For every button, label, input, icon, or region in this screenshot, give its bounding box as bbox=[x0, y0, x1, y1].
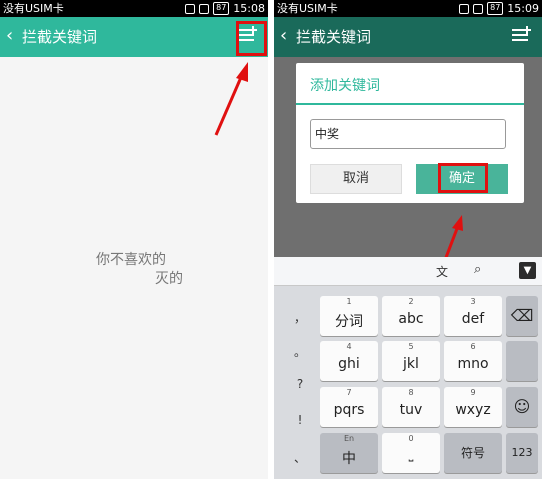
hide-keyboard-icon[interactable]: ▼ bbox=[519, 262, 536, 279]
key-label: wxyz bbox=[455, 402, 491, 418]
key-number: 8 bbox=[408, 388, 414, 397]
key-label: def bbox=[461, 311, 485, 327]
symbols-key[interactable]: 符号 bbox=[444, 433, 502, 473]
empty-hint: 你不喜欢的 bbox=[96, 252, 166, 268]
key-9[interactable]: 9 wxyz bbox=[444, 387, 502, 427]
symbol-key[interactable]: 、 bbox=[280, 449, 320, 466]
key-label: 分词 bbox=[335, 314, 363, 330]
language-label[interactable]: 文 bbox=[436, 263, 448, 280]
reset-key[interactable] bbox=[506, 341, 538, 381]
key-label: pqrs bbox=[333, 402, 365, 418]
key-label: abc bbox=[398, 311, 424, 327]
key-number: 7 bbox=[346, 388, 352, 397]
key-label: jkl bbox=[403, 356, 419, 372]
symbol-key[interactable]: 。 bbox=[280, 343, 320, 360]
key-number: En bbox=[343, 434, 355, 443]
key-number: 1 bbox=[346, 297, 352, 306]
symbol-key[interactable]: ! bbox=[280, 413, 320, 427]
key-2[interactable]: 2 abc bbox=[382, 296, 440, 336]
key-8[interactable]: 8 tuv bbox=[382, 387, 440, 427]
chinese-english-key[interactable]: En 中 bbox=[320, 433, 378, 473]
key-number: 3 bbox=[470, 297, 476, 306]
keyboard: 文 ⌕ ▼ ， 。 ? ! 、 1 分词 2 abc 3 def ⌫ 4 ghi 5 jk… bbox=[274, 257, 542, 479]
key-6[interactable]: 6 mno bbox=[444, 341, 502, 381]
candidate-bar: 文 ⌕ ▼ bbox=[274, 257, 542, 286]
numbers-key[interactable]: 123 bbox=[506, 433, 538, 473]
screen-add-keyword: 没有USIM卡 87 15:09 ‹ 拦截关键词 添加关键词 中奖 取消 确定 bbox=[274, 0, 542, 479]
annotation-arrow bbox=[214, 62, 248, 136]
emoji-icon[interactable]: ☺ bbox=[506, 387, 538, 427]
key-label: mno bbox=[457, 356, 489, 372]
backspace-icon[interactable]: ⌫ bbox=[506, 296, 538, 336]
space-key[interactable]: 0 ⎵ bbox=[382, 433, 440, 473]
key-5[interactable]: 5 jkl bbox=[382, 341, 440, 381]
key-label: 中 bbox=[342, 451, 356, 467]
screen-keyword-list: 没有USIM卡 87 15:08 ‹ 拦截关键词 你不喜欢的 灭的 bbox=[0, 0, 268, 479]
empty-hint-2: 灭的 bbox=[155, 271, 183, 287]
key-number: 4 bbox=[346, 342, 352, 351]
key-number: 0 bbox=[408, 434, 414, 443]
key-4[interactable]: 4 ghi bbox=[320, 341, 378, 381]
key-number: 9 bbox=[470, 388, 476, 397]
key-number: 2 bbox=[408, 297, 414, 306]
key-1[interactable]: 1 分词 bbox=[320, 296, 378, 336]
key-label: ghi bbox=[338, 356, 360, 372]
key-label: tuv bbox=[399, 402, 423, 418]
symbol-key[interactable]: ? bbox=[280, 377, 320, 391]
key-number: 5 bbox=[408, 342, 414, 351]
symbol-key[interactable]: ， bbox=[280, 309, 320, 326]
key-number: 6 bbox=[470, 342, 476, 351]
space-icon: ⎵ bbox=[408, 448, 414, 462]
key-7[interactable]: 7 pqrs bbox=[320, 387, 378, 427]
search-icon[interactable]: ⌕ bbox=[474, 262, 481, 277]
key-3[interactable]: 3 def bbox=[444, 296, 502, 336]
